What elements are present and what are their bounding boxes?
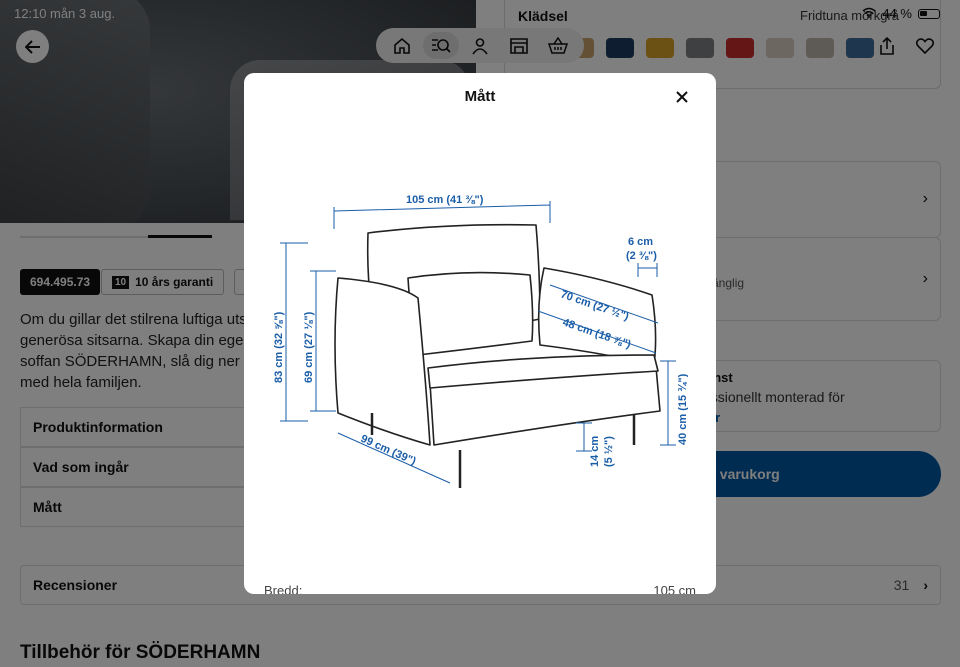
spec-label: Bredd: — [264, 583, 303, 594]
dim-leg-height-in: (5 ½") — [603, 436, 615, 467]
modal-title: Mått — [464, 88, 496, 105]
dim-armrest-in: (2 ⅜") — [626, 250, 657, 262]
dim-height: 83 cm (32 ⅝") — [273, 311, 285, 383]
dim-armrest: 6 cm — [628, 236, 653, 248]
close-icon — [676, 91, 688, 103]
dimensions-modal: Mått 105 cm (41 ⅜") 6 cm (2 ⅜") 70 cm (2… — [244, 73, 716, 594]
dim-back-height: 69 cm (27 ⅛") — [303, 311, 315, 383]
spec-value: 105 cm — [653, 583, 696, 594]
dim-leg-height: 14 cm — [589, 436, 601, 467]
dim-seat-height: 40 cm (15 ¾") — [677, 373, 688, 445]
dim-width: 105 cm (41 ⅜") — [406, 194, 484, 206]
close-button[interactable] — [670, 85, 694, 109]
armchair-dimension-diagram: 105 cm (41 ⅜") 6 cm (2 ⅜") 70 cm (27 ½")… — [273, 194, 688, 488]
spec-row-width: Bredd: 105 cm — [264, 583, 696, 594]
